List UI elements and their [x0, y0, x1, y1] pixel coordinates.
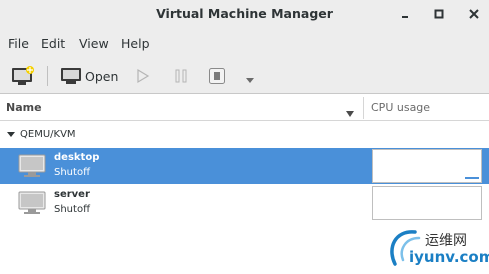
watermark: 运维网 iyunv.com: [385, 224, 489, 272]
menu-edit[interactable]: Edit: [41, 36, 65, 51]
maximize-button[interactable]: [430, 5, 448, 23]
column-name[interactable]: Name: [6, 101, 42, 114]
title-bar: Virtual Machine Manager: [0, 0, 489, 28]
vm-monitor-icon: [18, 154, 46, 177]
watermark-text: 运维网: [425, 233, 467, 249]
column-cpu-usage[interactable]: CPU usage: [371, 101, 430, 114]
expander-icon: [7, 132, 15, 137]
menu-help[interactable]: Help: [121, 36, 150, 51]
watermark-url: iyunv.com: [409, 248, 489, 266]
vm-row-desktop[interactable]: desktop Shutoff: [0, 148, 489, 184]
menu-view[interactable]: View: [79, 36, 109, 51]
shutdown-button[interactable]: [208, 67, 226, 89]
shutdown-dropdown[interactable]: [244, 71, 256, 90]
dropdown-arrow-icon: [246, 78, 254, 83]
group-row-qemu-kvm[interactable]: QEMU/KVM: [0, 122, 489, 147]
group-label: QEMU/KVM: [20, 129, 76, 140]
cpu-usage-graph: [372, 186, 482, 220]
vm-status: Shutoff: [54, 204, 90, 215]
cpu-usage-graph: [372, 149, 482, 183]
menu-file[interactable]: File: [8, 36, 29, 51]
pause-icon: [175, 69, 187, 83]
vm-status: Shutoff: [54, 167, 90, 178]
shutdown-icon: [209, 68, 225, 84]
window-title: Virtual Machine Manager: [156, 6, 333, 21]
minimize-icon: [402, 16, 408, 18]
toolbar: Open: [0, 58, 489, 94]
sort-button[interactable]: [345, 103, 355, 122]
cpu-usage-line: [465, 177, 479, 179]
vm-row-server[interactable]: server Shutoff: [0, 185, 489, 221]
close-button[interactable]: [465, 5, 483, 23]
menu-bar: File Edit View Help: [0, 28, 489, 58]
open-button-label[interactable]: Open: [85, 69, 118, 84]
new-vm-button[interactable]: [10, 65, 36, 91]
close-icon: [469, 9, 479, 19]
open-button[interactable]: [60, 66, 82, 90]
vm-name: server: [54, 189, 90, 200]
toolbar-separator: [47, 66, 48, 86]
run-button[interactable]: [135, 68, 151, 88]
pause-button[interactable]: [173, 68, 189, 88]
vm-monitor-icon: [18, 191, 46, 214]
sort-arrow-icon: [346, 111, 354, 117]
column-divider: [363, 97, 364, 119]
open-console-icon: [61, 68, 81, 84]
maximize-icon: [434, 9, 444, 19]
column-header: Name CPU usage: [0, 95, 489, 121]
run-icon: [137, 68, 150, 84]
vm-name: desktop: [54, 152, 100, 163]
new-vm-icon: [12, 66, 34, 85]
minimize-button[interactable]: [396, 5, 414, 23]
